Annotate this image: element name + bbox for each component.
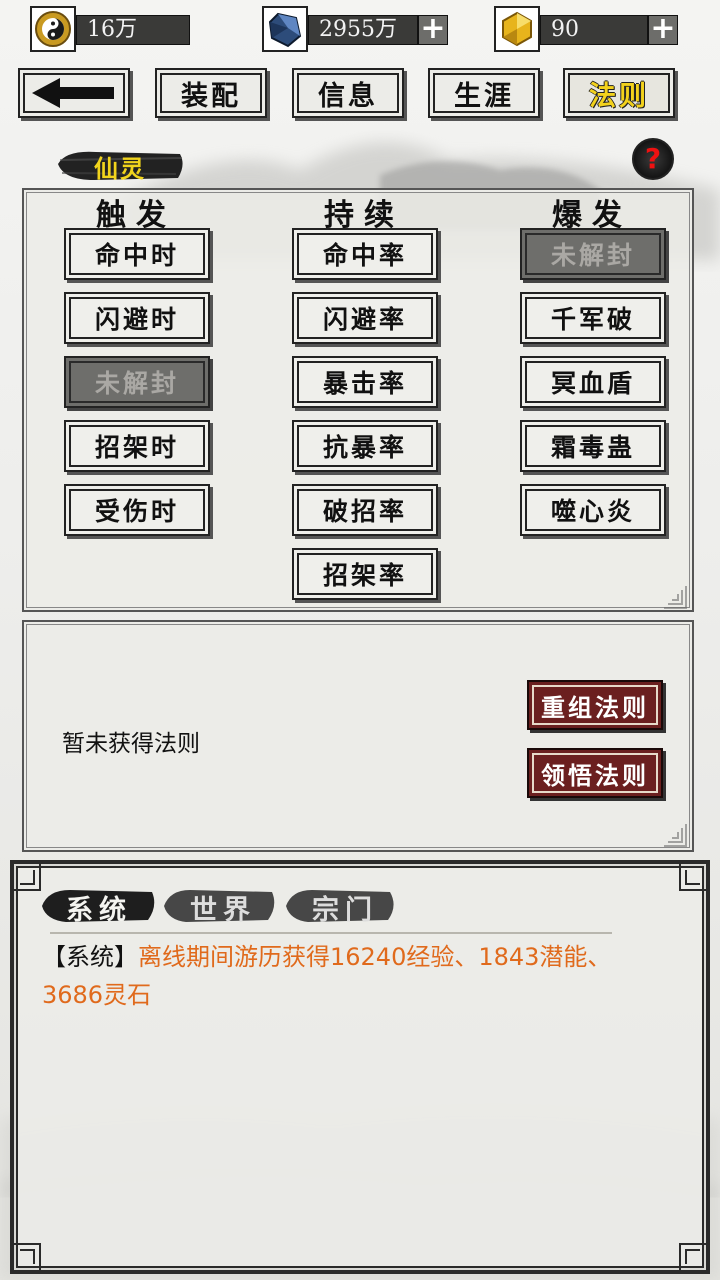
back-button[interactable] bbox=[18, 68, 130, 118]
slot-burst-locked[interactable]: 未解封 bbox=[520, 228, 666, 280]
crystal-amount: 2955万 bbox=[308, 15, 418, 45]
chat-message-prefix: 【系统】 bbox=[42, 943, 138, 971]
gem-add-button[interactable]: + bbox=[648, 14, 678, 45]
section-title: 仙灵 bbox=[94, 154, 146, 183]
slot-sustain-hit-rate[interactable]: 命中率 bbox=[292, 228, 438, 280]
chat-tab-world[interactable]: 世界 bbox=[164, 882, 282, 928]
reset-rules-button[interactable]: 重组法则 bbox=[527, 680, 663, 730]
section-title-brush: 仙灵 bbox=[56, 146, 186, 184]
corner-ornament-icon bbox=[664, 824, 687, 847]
slot-burst-blood-shield[interactable]: 冥血盾 bbox=[520, 356, 666, 408]
chat-message: 【系统】离线期间游历获得16240经验、1843潜能、3686灵石 bbox=[42, 938, 662, 1014]
currency-crystal: 2955万 + bbox=[262, 6, 448, 52]
tab-rules[interactable]: 法则 bbox=[563, 68, 675, 118]
yin-yang-coin-icon bbox=[30, 6, 76, 52]
tab-assembly[interactable]: 装配 bbox=[155, 68, 267, 118]
tab-career[interactable]: 生涯 bbox=[428, 68, 540, 118]
currency-gem: 90 + bbox=[494, 6, 678, 52]
comprehend-rules-button[interactable]: 领悟法则 bbox=[527, 748, 663, 798]
slot-trigger-hurt[interactable]: 受伤时 bbox=[64, 484, 210, 536]
crystal-add-button[interactable]: + bbox=[418, 14, 448, 45]
slot-trigger-hit[interactable]: 命中时 bbox=[64, 228, 210, 280]
slot-sustain-crit-rate[interactable]: 暴击率 bbox=[292, 356, 438, 408]
slot-burst-frost-poison[interactable]: 霜毒蛊 bbox=[520, 420, 666, 472]
slot-burst-heart-flame[interactable]: 噬心炎 bbox=[520, 484, 666, 536]
chat-divider bbox=[50, 932, 612, 934]
arrow-left-icon bbox=[32, 78, 114, 108]
slot-sustain-dodge-rate[interactable]: 闪避率 bbox=[292, 292, 438, 344]
slot-sustain-break-rate[interactable]: 破招率 bbox=[292, 484, 438, 536]
corner-ornament-icon bbox=[664, 586, 687, 609]
slot-trigger-locked[interactable]: 未解封 bbox=[64, 356, 210, 408]
chat-tab-sect[interactable]: 宗门 bbox=[286, 882, 404, 928]
slot-sustain-parry-rate[interactable]: 招架率 bbox=[292, 548, 438, 600]
slot-trigger-dodge[interactable]: 闪避时 bbox=[64, 292, 210, 344]
slot-trigger-parry[interactable]: 招架时 bbox=[64, 420, 210, 472]
blue-crystal-icon bbox=[262, 6, 308, 52]
rule-status-text: 暂未获得法则 bbox=[62, 731, 200, 757]
slot-burst-army-break[interactable]: 千军破 bbox=[520, 292, 666, 344]
coin-amount: 16万 bbox=[76, 15, 190, 45]
currency-coin: 16万 bbox=[30, 6, 192, 52]
chat-tab-system[interactable]: 系统 bbox=[40, 882, 158, 928]
help-button[interactable]: ? bbox=[632, 138, 674, 180]
slot-sustain-anti-crit-rate[interactable]: 抗暴率 bbox=[292, 420, 438, 472]
gem-amount: 90 bbox=[540, 15, 648, 45]
tab-info[interactable]: 信息 bbox=[292, 68, 404, 118]
gold-gem-icon bbox=[494, 6, 540, 52]
